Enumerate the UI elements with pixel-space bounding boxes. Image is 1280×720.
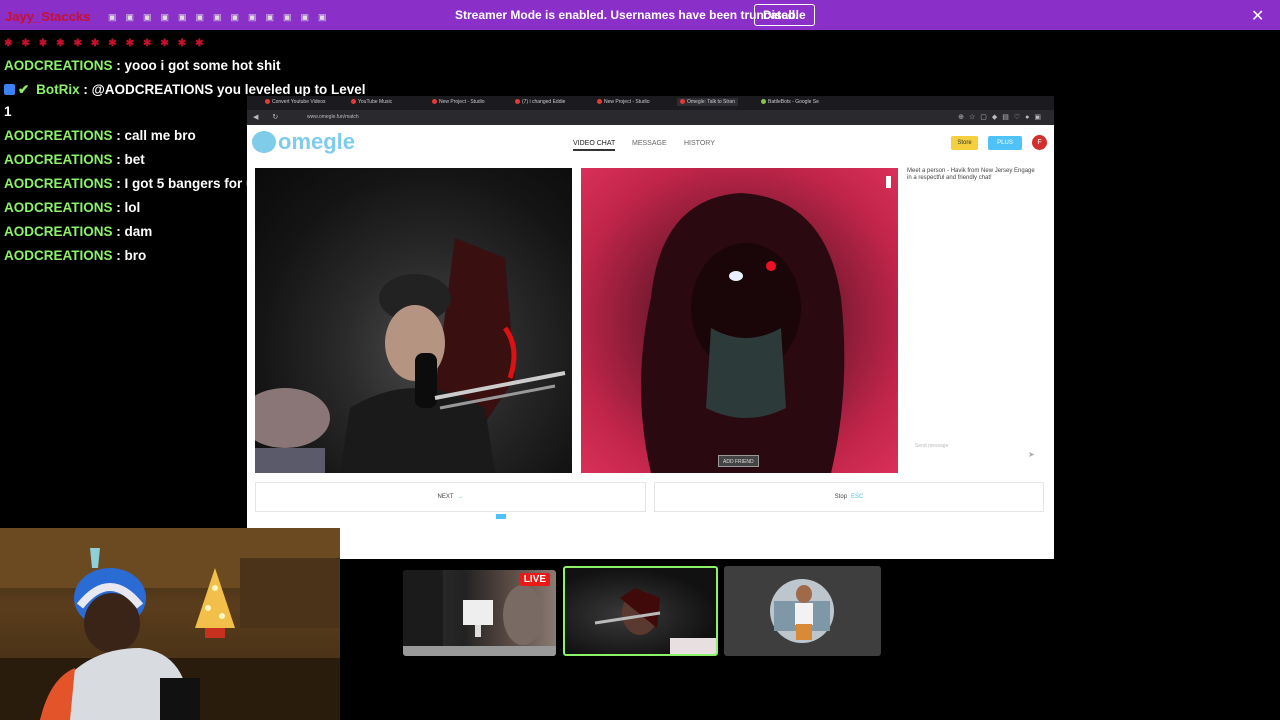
browser-tab[interactable]: (7) i changed Eddie [515,99,565,105]
streamer-figure [255,238,566,473]
browser-tab[interactable]: New Project - Studio [597,99,650,105]
chat-message: AODCREATIONS : I got 5 bangers for u [4,176,254,191]
omegle-logo-text: omegle [278,129,356,154]
chat-message: AODCREATIONS : bro [4,248,146,263]
chat-username: AODCREATIONS [4,176,113,191]
chat-message: 1 [4,104,12,119]
thumbnail-footer [403,646,556,656]
chat-message: ✱✱✱✱✱✱✱✱✱✱✱✱ [4,34,213,49]
chat-username: AODCREATIONS [4,224,113,239]
url-field[interactable]: www.omegle.fun/match [307,114,359,120]
tab-favicon-icon [597,99,602,104]
scene-thumbnail[interactable] [724,566,881,656]
profile-avatar[interactable]: F [1032,135,1047,150]
address-bar: ◀ ↻ www.omegle.fun/match ⊕☆▢◆▤♡●▣ [247,110,1054,125]
tab-label: New Project - Studio [439,99,485,105]
message-input[interactable]: Send message [915,443,948,449]
browser-tab[interactable]: YouTube Music [351,99,392,105]
chat-message: AODCREATIONS : lol [4,200,140,215]
chat-text: : bro [116,248,147,263]
omegle-header: omegle VIDEO CHAT MESSAGE HISTORY Store … [247,125,1054,165]
chat-text: : bet [116,152,145,167]
chat-message: AODCREATIONS : yooo i got some hot shit [4,58,281,73]
chat-username: AODCREATIONS [4,128,113,143]
webcam-scene [0,528,340,720]
tab-message[interactable]: MESSAGE [632,140,667,147]
chat-username: AODCREATIONS [4,58,113,73]
bot-badge-icon [4,84,15,95]
streamer-webcam [0,528,340,720]
tab-favicon-icon [432,99,437,104]
browser-tab[interactable]: New Project - Studio [432,99,485,105]
verified-icon: ✔ [18,82,30,97]
browser-tab[interactable]: Convert Youtube Videos [265,99,326,105]
chat-text: : I got 5 bangers for u [116,176,255,191]
thumbnail-preview [770,579,834,643]
browser-tab[interactable]: BattleBots - Google Se [761,99,819,105]
stranger-figure [641,193,845,473]
next-button[interactable]: NEXT → [255,482,646,512]
scene-thumbnail-active[interactable] [563,566,718,656]
chat-username: Jayy_Staccks [5,9,91,24]
toolbar-icons[interactable]: ⊕☆▢◆▤♡●▣ [958,113,1046,121]
stop-button[interactable]: Stop ESC [654,482,1044,512]
next-label: NEXT [437,494,454,500]
chat-text: : call me bro [116,128,196,143]
chat-username: AODCREATIONS [4,152,113,167]
streamer-mode-banner: Jayy_Staccks ▣▣▣▣▣▣▣▣▣▣▣▣▣ Streamer Mode… [0,0,1280,30]
omegle-logo-icon [252,131,276,153]
stop-shortcut-hint: ESC [851,494,864,500]
chat-text: : dam [116,224,153,239]
next-shortcut-hint: → [457,494,464,500]
chat-message: AODCREATIONS : dam [4,224,152,239]
chat-message: AODCREATIONS : call me bro [4,128,196,143]
stop-label: Stop [834,494,847,500]
local-video [255,168,572,473]
tab-bar: Convert Youtube Videos YouTube Music New… [247,96,1054,110]
thumbnail-preview [594,588,716,654]
tab-label: New Project - Studio [604,99,650,105]
tab-favicon-icon [680,99,685,104]
chat-text: : lol [116,200,141,215]
tab-label: Convert Youtube Videos [272,99,326,105]
chat-text: 1 [4,104,12,119]
tab-favicon-icon [761,99,766,104]
add-friend-button[interactable]: ADD FRIEND [718,455,759,467]
chat-username: AODCREATIONS [4,248,113,263]
send-icon[interactable]: ➤ [1028,450,1035,459]
browser-window: Convert Youtube Videos YouTube Music New… [247,96,1054,559]
store-button[interactable]: Store [951,136,978,150]
stream-canvas: Jayy_Staccks ▣▣▣▣▣▣▣▣▣▣▣▣▣ Streamer Mode… [0,0,1280,720]
tab-label: BattleBots - Google Se [768,99,819,105]
browser-tab-active[interactable]: Omegle: Talk to Stran [677,98,738,106]
tab-history[interactable]: HISTORY [684,140,715,147]
tab-label: YouTube Music [358,99,393,105]
close-icon[interactable]: ✕ [1251,6,1264,26]
disable-streamer-mode-button[interactable]: Disable [754,4,815,26]
nav-arrows-icon[interactable]: ◀ ↻ [253,113,284,121]
tab-favicon-icon [265,99,270,104]
chat-side-panel: Meet a person - Havik from New Jersey En… [907,168,1047,468]
chat-username: AODCREATIONS [4,200,113,215]
chat-username: BotRix [36,82,80,97]
chat-message: AODCREATIONS : bet [4,152,145,167]
live-badge: LIVE [519,573,550,586]
banner-message: Streamer Mode is enabled. Usernames have… [455,8,799,22]
status-indicator [496,514,506,519]
report-icon[interactable] [886,176,891,188]
chat-text: : yooo i got some hot shit [116,58,281,73]
plus-button[interactable]: PLUS [988,136,1022,150]
tab-video-chat[interactable]: VIDEO CHAT [573,140,616,151]
chat-text: : @AODCREATIONS you leveled up to Level [83,82,366,97]
match-info-text: Meet a person - Havik from New Jersey En… [907,168,1035,181]
emote-row: ▣▣▣▣▣▣▣▣▣▣▣▣▣ [108,12,336,22]
emote-row: ✱✱✱✱✱✱✱✱✱✱✱✱ [4,38,213,49]
tab-favicon-icon [515,99,520,104]
scene-thumbnail[interactable]: LIVE [403,570,556,656]
stranger-video: ADD FRIEND [581,168,898,473]
tab-label: Omegle: Talk to Stran [687,99,735,105]
tab-favicon-icon [351,99,356,104]
tab-label: (7) i changed Eddie [522,99,566,105]
